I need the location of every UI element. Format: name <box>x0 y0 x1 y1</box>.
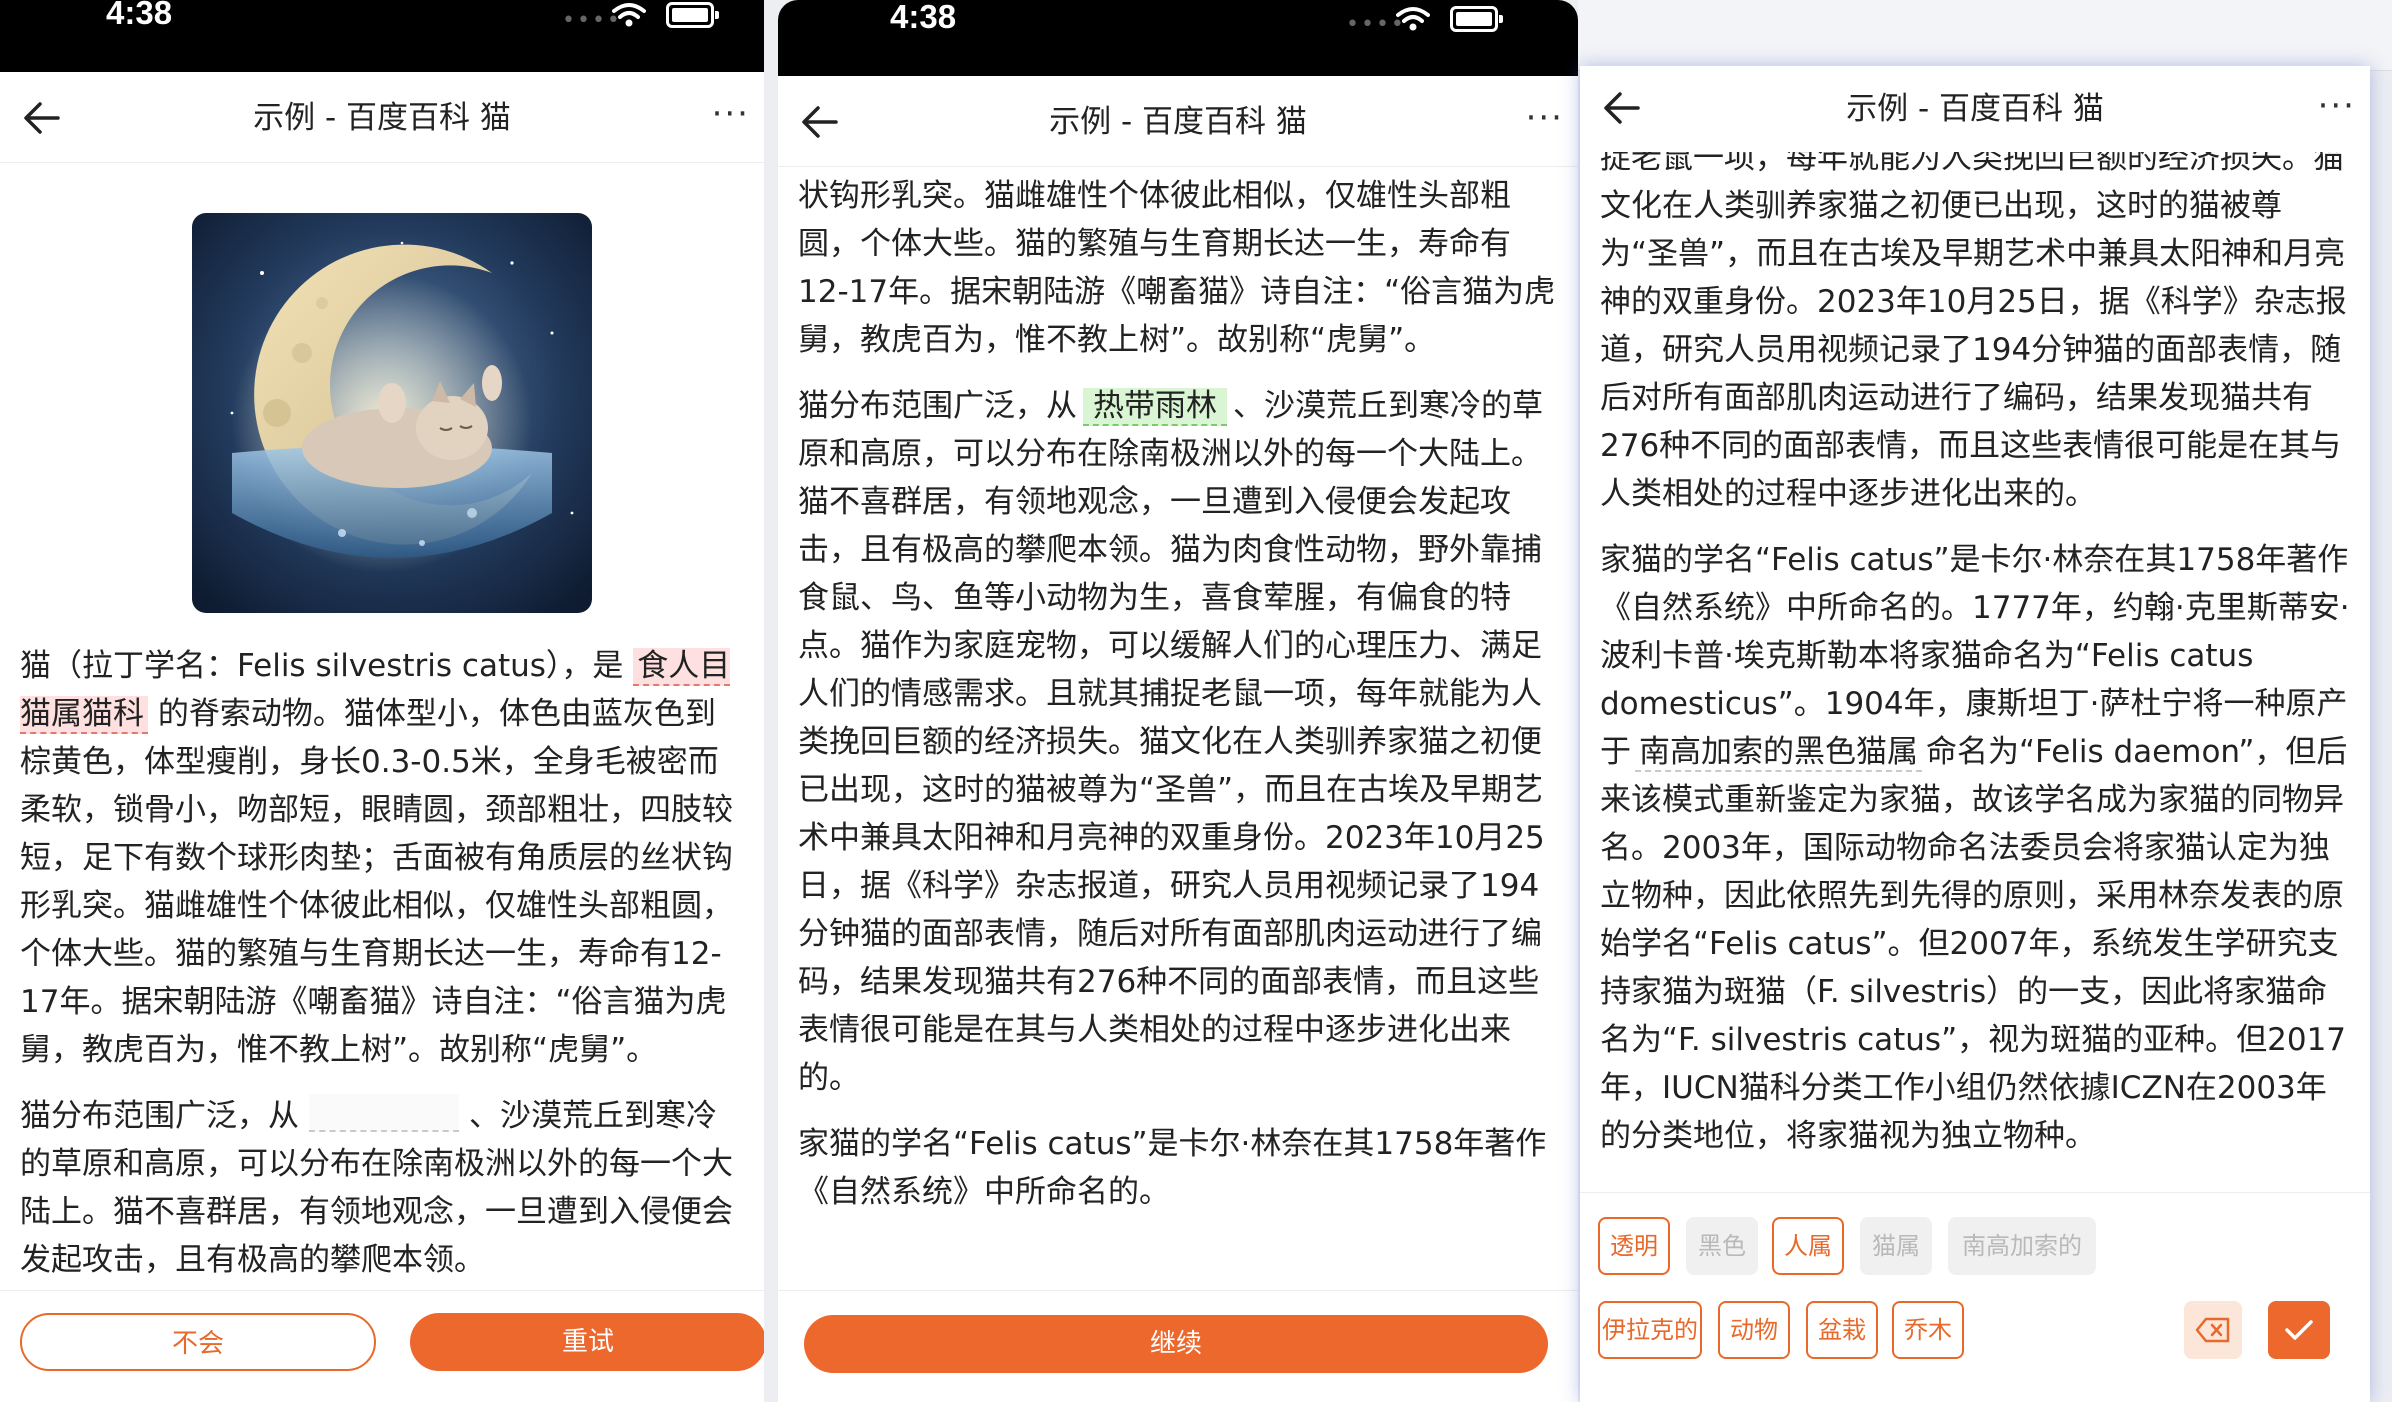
continue-button[interactable]: 继续 <box>804 1315 1548 1373</box>
answer-chip[interactable]: 人属 <box>1772 1217 1844 1275</box>
delete-button[interactable] <box>2184 1301 2242 1359</box>
backspace-icon <box>2195 1317 2230 1343</box>
status-time: 4:38 <box>890 0 957 35</box>
background-window-strip <box>1578 0 2392 71</box>
answer-chip-panel: 透明 黑色 人属 猫属 南高加索的 伊拉克的 动物 盆栽 乔木 <box>1580 1192 2370 1402</box>
correct-answer-highlight[interactable]: 热带雨林 <box>1083 388 1227 426</box>
bottom-action-bar: 不会 重试 <box>0 1290 764 1402</box>
paragraph: 猫分布范围广泛，从 热带雨林 、沙漠荒丘到寒冷的草原和高原，可以分布在除南极洲以外的… <box>798 382 1558 1102</box>
phone-screen-3: 示例 - 百度百科 猫 ··· 捉老鼠一项，每年就能为人类挽回巨额的经济损失。猫… <box>1580 66 2370 1402</box>
retry-button[interactable]: 重试 <box>410 1313 764 1371</box>
text-segment: 的脊索动物。猫体型小，体色由蓝灰色到棕黄色，体型瘦削，身长0.3-0.5米，全身… <box>20 696 733 1068</box>
article-content: 捉老鼠一项，每年就能为人类挽回巨额的经济损失。猫文化在人类驯养家猫之初便已出现，… <box>1600 152 2350 1260</box>
check-icon <box>2285 1320 2313 1340</box>
wifi-icon <box>612 3 646 27</box>
text-segment: 命名为“Felis daemon”，但后来该模式重新鉴定为家猫，故该学名成为家猫… <box>1600 734 2348 1154</box>
answer-chip[interactable]: 动物 <box>1718 1301 1790 1359</box>
paragraph: 猫（拉丁学名：Felis silvestris catus），是 食人目猫属猫科… <box>20 642 744 1074</box>
more-icon[interactable]: ··· <box>1526 98 1564 138</box>
cloze-blank[interactable] <box>309 1094 459 1132</box>
nav-bar: 示例 - 百度百科 猫 ··· <box>778 78 1578 167</box>
wifi-icon <box>1396 7 1430 31</box>
dont-know-button[interactable]: 不会 <box>20 1313 376 1371</box>
status-bar: 4:38 •••• <box>778 0 1578 76</box>
status-time: 4:38 <box>106 0 173 31</box>
status-bar: 4:38 •••• <box>0 0 764 72</box>
answer-highlight[interactable]: 南高加索的黑色猫属 <box>1635 734 1922 772</box>
more-icon[interactable]: ··· <box>2318 86 2356 126</box>
text-segment: 猫分布范围广泛，从 <box>20 1098 299 1134</box>
text-segment: 、沙漠荒丘到寒冷的草原和高原，可以分布在除南极洲以外的每一个大陆上。猫不喜群居，… <box>798 388 1545 1096</box>
cat-moon-image <box>192 213 592 613</box>
answer-chip[interactable]: 黑色 <box>1686 1217 1758 1275</box>
article-content: 猫（拉丁学名：Felis silvestris catus），是 食人目猫属猫科… <box>20 642 744 1292</box>
nav-bar: 示例 - 百度百科 猫 ··· <box>1580 66 2370 152</box>
paragraph: 家猫的学名“Felis catus”是卡尔·林奈在其1758年著作《自然系统》中… <box>1600 536 2350 1160</box>
answer-chip[interactable]: 透明 <box>1598 1217 1670 1275</box>
battery-icon <box>1450 6 1503 32</box>
answer-chip[interactable]: 盆栽 <box>1806 1301 1878 1359</box>
nav-bar: 示例 - 百度百科 猫 ··· <box>0 74 764 163</box>
article-content: 状钩形乳突。猫雌雄性个体彼此相似，仅雄性头部粗圆，个体大些。猫的繁殖与生育期长达… <box>798 172 1558 1290</box>
answer-chip[interactable]: 南高加索的 <box>1948 1217 2096 1275</box>
phone-screen-2: 4:38 •••• 示例 - 百度百科 猫 ··· 状钩形乳突。猫雌雄性个体彼此… <box>778 0 1578 1402</box>
bottom-action-bar: 继续 <box>778 1290 1578 1402</box>
page-title: 示例 - 百度百科 猫 <box>1846 91 2104 127</box>
battery-icon <box>666 2 719 28</box>
page-title: 示例 - 百度百科 猫 <box>253 100 511 136</box>
paragraph: 捉老鼠一项，每年就能为人类挽回巨额的经济损失。猫文化在人类驯养家猫之初便已出现，… <box>1600 152 2347 512</box>
more-icon[interactable]: ··· <box>712 94 750 134</box>
answer-chip[interactable]: 猫属 <box>1860 1217 1932 1275</box>
answer-chip[interactable]: 伊拉克的 <box>1598 1301 1702 1359</box>
text-segment: 猫（拉丁学名：Felis silvestris catus），是 <box>20 648 624 684</box>
confirm-button[interactable] <box>2268 1301 2330 1359</box>
phone-screen-1: 4:38 •••• 示例 - 百度百科 猫 ··· 猫（拉丁学名：Felis s… <box>0 0 764 1402</box>
paragraph: 状钩形乳突。猫雌雄性个体彼此相似，仅雄性头部粗圆，个体大些。猫的繁殖与生育期长达… <box>798 178 1556 358</box>
page-title: 示例 - 百度百科 猫 <box>1049 104 1307 140</box>
text-segment: 猫分布范围广泛，从 <box>798 388 1077 424</box>
paragraph: 家猫的学名“Felis catus”是卡尔·林奈在其1758年著作《自然系统》中… <box>798 1126 1547 1210</box>
paragraph: 猫分布范围广泛，从 、沙漠荒丘到寒冷的草原和高原，可以分布在除南极洲以外的每一个大… <box>20 1092 744 1284</box>
answer-chip[interactable]: 乔木 <box>1892 1301 1964 1359</box>
